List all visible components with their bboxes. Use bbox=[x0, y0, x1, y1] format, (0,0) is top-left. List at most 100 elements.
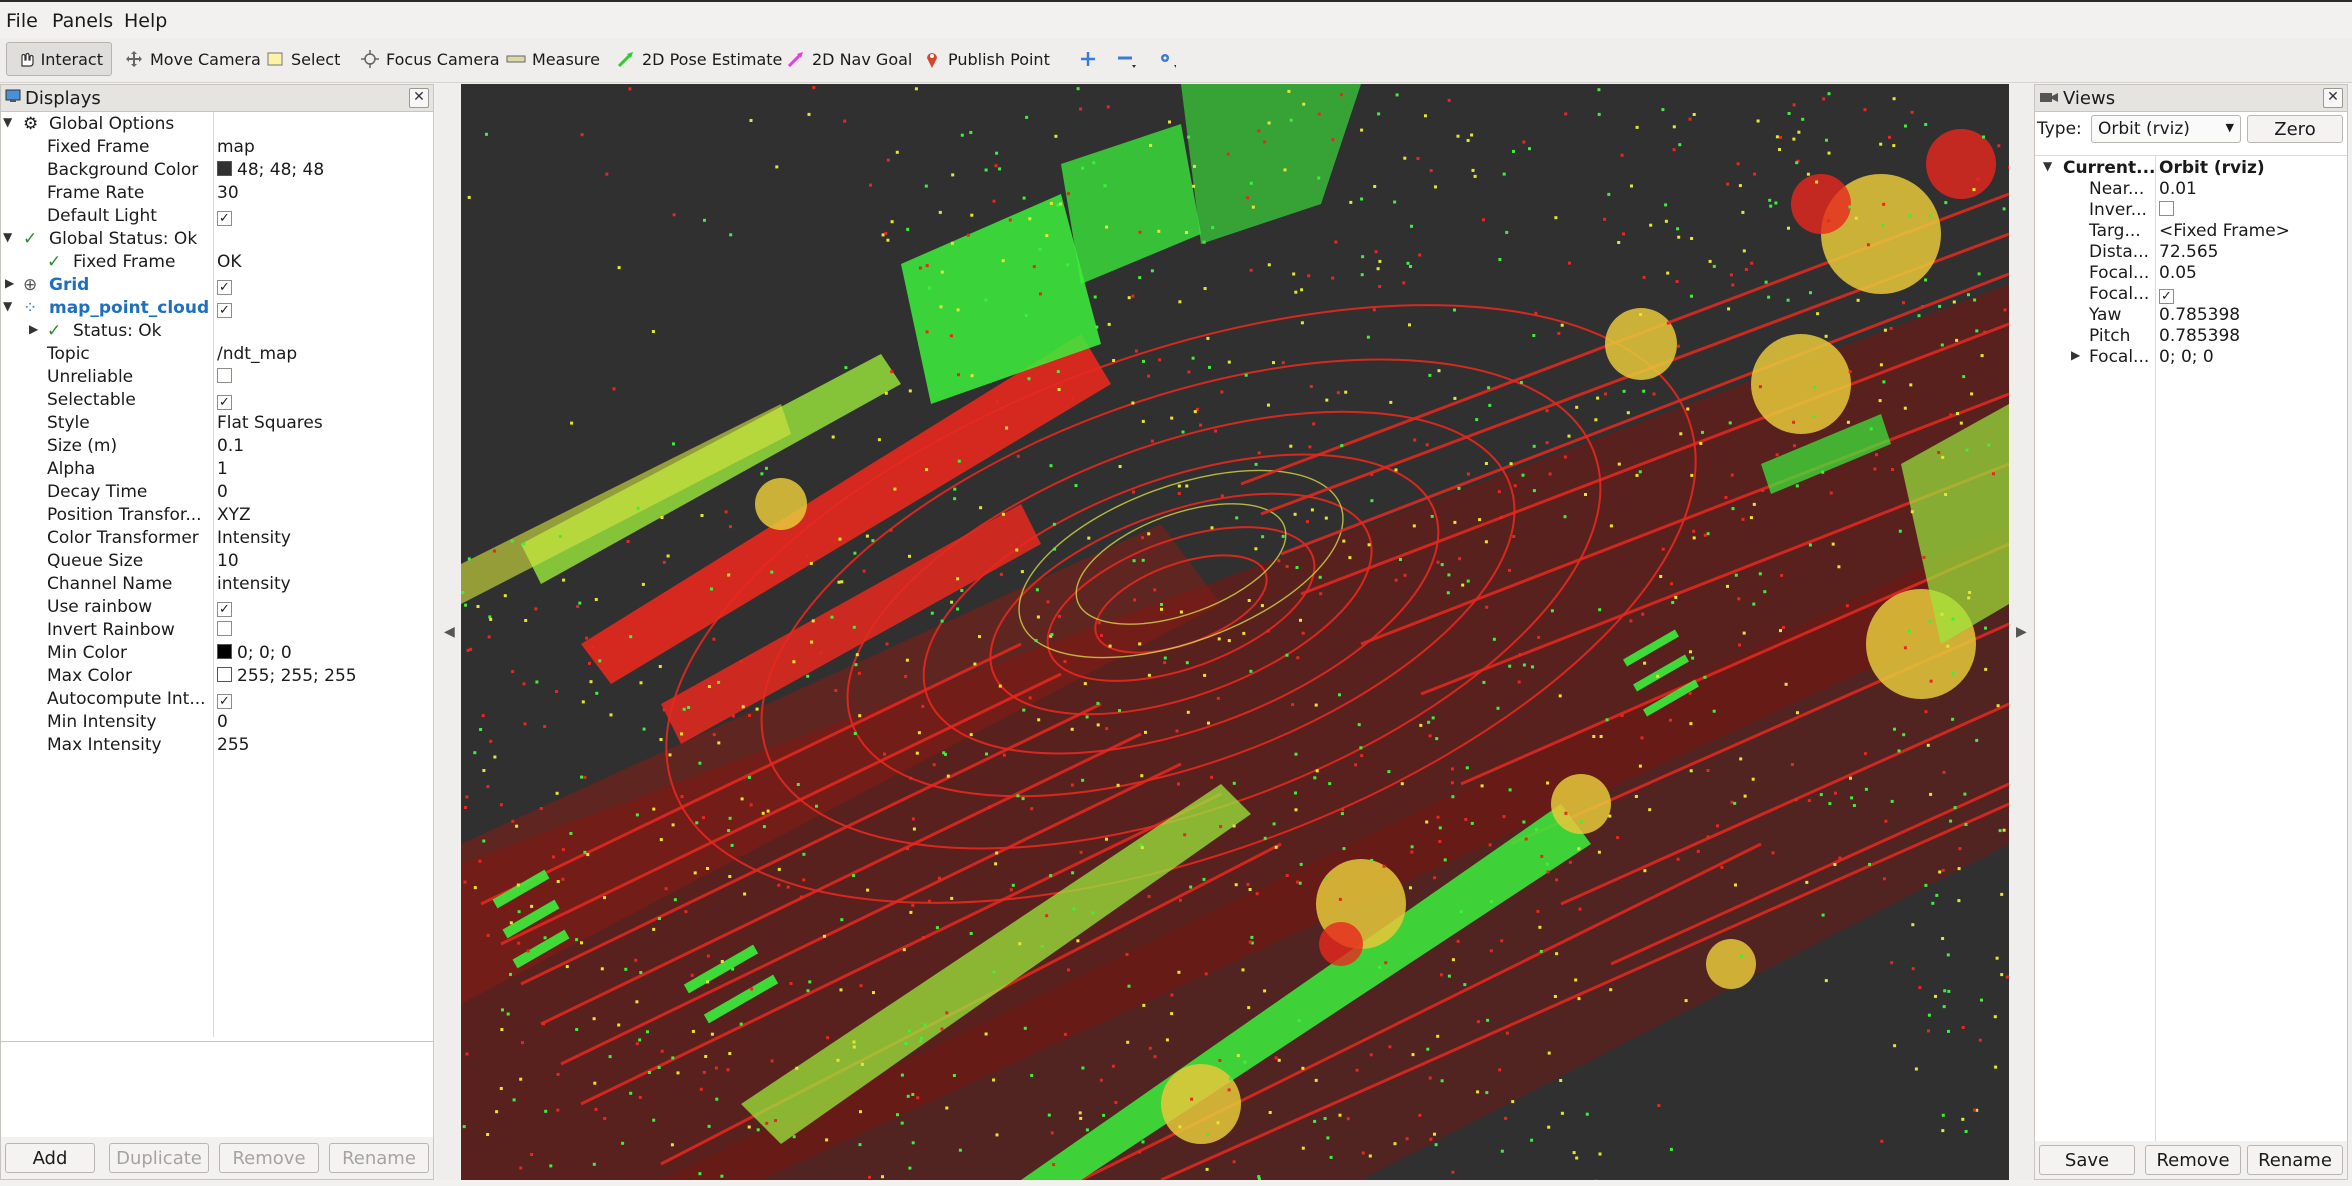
save-button[interactable]: Save bbox=[2039, 1145, 2135, 1175]
left-splitter[interactable]: ◀ bbox=[436, 84, 460, 1180]
checkbox-unchecked[interactable] bbox=[217, 621, 232, 636]
lidar-point bbox=[1249, 181, 1253, 185]
expand-arrow-icon[interactable]: ▼ bbox=[3, 230, 12, 244]
close-icon[interactable]: ✕ bbox=[409, 88, 429, 108]
menu-panels[interactable]: Panels bbox=[52, 10, 113, 32]
lidar-point bbox=[728, 816, 732, 820]
lidar-point bbox=[1792, 420, 1796, 424]
pose-estimate-tool[interactable]: 2D Pose Estimate bbox=[608, 42, 790, 76]
lidar-point bbox=[535, 680, 539, 684]
lidar-point bbox=[1002, 753, 1006, 757]
lidar-point bbox=[1429, 169, 1433, 173]
lidar-point bbox=[1497, 490, 1501, 494]
close-icon[interactable]: ✕ bbox=[2323, 88, 2343, 108]
lidar-point bbox=[1546, 781, 1550, 785]
checkbox-checked[interactable]: ✓ bbox=[217, 602, 232, 617]
checkbox-unchecked[interactable] bbox=[2159, 201, 2174, 216]
lidar-point bbox=[923, 1023, 927, 1027]
lidar-point bbox=[1502, 172, 1506, 176]
lidar-point bbox=[1241, 968, 1245, 972]
expand-arrow-icon[interactable]: ▼ bbox=[3, 299, 12, 313]
move-camera-tool[interactable]: Move Camera bbox=[116, 42, 269, 76]
check-icon: ✓ bbox=[23, 229, 38, 249]
tool-properties-button[interactable] bbox=[1148, 42, 1184, 76]
remove-tool-button[interactable] bbox=[1108, 42, 1144, 76]
lidar-point bbox=[852, 874, 856, 878]
rename-button[interactable]: Rename bbox=[329, 1143, 429, 1173]
right-splitter[interactable]: ▶ bbox=[2010, 84, 2034, 1180]
add-button[interactable]: Add bbox=[5, 1143, 95, 1173]
lidar-point bbox=[1030, 1074, 1034, 1077]
lidar-point bbox=[465, 795, 469, 799]
view-type-select[interactable]: Orbit (rviz) ▼ bbox=[2091, 115, 2241, 143]
collapsed-arrow-icon[interactable]: ▶ bbox=[5, 276, 14, 290]
collapse-right-icon[interactable]: ▶ bbox=[2016, 624, 2027, 640]
lidar-point bbox=[1848, 370, 1852, 374]
measure-tool[interactable]: Measure bbox=[498, 42, 608, 76]
render-viewport[interactable] bbox=[461, 84, 2009, 1180]
lidar-point bbox=[1132, 559, 1136, 563]
checkbox-unchecked[interactable] bbox=[217, 368, 232, 383]
remove-button[interactable]: Remove bbox=[219, 1143, 319, 1173]
lidar-point bbox=[495, 1110, 499, 1114]
lidar-point bbox=[1177, 970, 1181, 974]
lidar-point bbox=[1108, 644, 1112, 648]
select-tool[interactable]: Select bbox=[257, 42, 348, 76]
expand-arrow-icon[interactable]: ▼ bbox=[3, 115, 12, 129]
lidar-point bbox=[1567, 434, 1571, 438]
lidar-point bbox=[1177, 484, 1181, 488]
add-tool-button[interactable] bbox=[1070, 42, 1106, 76]
lidar-point bbox=[1178, 898, 1182, 902]
menu-help[interactable]: Help bbox=[124, 10, 167, 32]
lidar-point bbox=[756, 1128, 760, 1132]
checkbox-checked[interactable]: ✓ bbox=[217, 694, 232, 709]
remove-view-button[interactable]: Remove bbox=[2145, 1145, 2241, 1175]
collapsed-arrow-icon[interactable]: ▶ bbox=[2071, 348, 2080, 362]
lidar-point bbox=[762, 825, 766, 829]
lidar-point bbox=[1157, 229, 1161, 233]
publish-point-tool[interactable]: Publish Point bbox=[914, 42, 1058, 76]
focus-camera-tool[interactable]: Focus Camera bbox=[352, 42, 508, 76]
collapsed-arrow-icon[interactable]: ▶ bbox=[29, 322, 38, 336]
checkbox-checked[interactable]: ✓ bbox=[217, 280, 232, 295]
interact-tool[interactable]: Interact bbox=[6, 42, 112, 76]
lidar-point bbox=[1485, 1091, 1489, 1095]
lidar-point bbox=[1797, 130, 1801, 134]
lidar-point bbox=[1063, 1032, 1067, 1036]
lidar-point bbox=[1689, 650, 1692, 654]
lidar-point bbox=[1617, 462, 1621, 466]
zero-button[interactable]: Zero bbox=[2247, 115, 2343, 143]
lidar-point bbox=[668, 753, 672, 757]
lidar-point bbox=[1132, 490, 1135, 494]
lidar-point bbox=[1731, 283, 1735, 287]
lidar-point bbox=[1177, 782, 1180, 786]
lidar-point bbox=[1199, 423, 1203, 427]
lidar-point bbox=[1902, 733, 1906, 737]
lidar-point bbox=[1338, 1113, 1342, 1117]
lidar-point bbox=[1294, 290, 1298, 294]
lidar-point bbox=[1560, 1111, 1564, 1115]
lidar-point bbox=[1779, 629, 1782, 633]
lidar-point bbox=[624, 967, 628, 971]
lidar-point bbox=[1451, 795, 1455, 799]
lidar-point bbox=[942, 751, 946, 755]
checkbox-checked[interactable]: ✓ bbox=[2159, 289, 2174, 304]
collapse-left-icon[interactable]: ◀ bbox=[444, 624, 455, 640]
expand-arrow-icon[interactable]: ▼ bbox=[2043, 159, 2052, 173]
lidar-point bbox=[1186, 710, 1190, 714]
menu-file[interactable]: File bbox=[6, 10, 38, 32]
lidar-point bbox=[1096, 723, 1100, 727]
lidar-point bbox=[1784, 682, 1788, 686]
lidar-point bbox=[1236, 1054, 1240, 1058]
lidar-point bbox=[1165, 1038, 1169, 1042]
nav-goal-tool[interactable]: 2D Nav Goal bbox=[778, 42, 920, 76]
lidar-point bbox=[1728, 421, 1732, 425]
checkbox-checked[interactable]: ✓ bbox=[217, 211, 232, 226]
lidar-point bbox=[978, 635, 981, 639]
rename-view-button[interactable]: Rename bbox=[2247, 1145, 2343, 1175]
duplicate-button[interactable]: Duplicate bbox=[109, 1143, 209, 1173]
checkbox-checked[interactable]: ✓ bbox=[217, 395, 232, 410]
lidar-point bbox=[1395, 93, 1399, 97]
checkbox-checked[interactable]: ✓ bbox=[217, 303, 232, 318]
lidar-point bbox=[853, 551, 857, 555]
